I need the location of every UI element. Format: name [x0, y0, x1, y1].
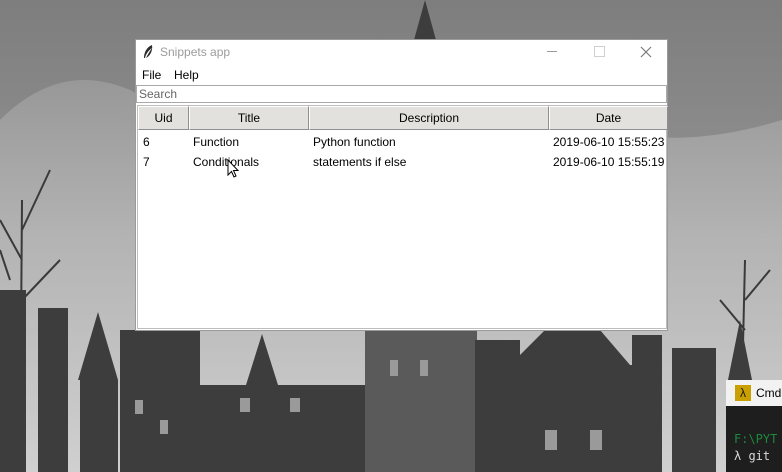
cell-uid: 7	[143, 155, 150, 169]
table-row[interactable]: 6 Function Python function 2019-06-10 15…	[138, 132, 666, 152]
close-icon	[640, 46, 652, 58]
title-bar[interactable]: Snippets app	[136, 40, 667, 64]
minimize-button[interactable]	[529, 40, 575, 64]
table-header: Uid Title Description Date	[138, 106, 668, 130]
column-header-uid[interactable]: Uid	[138, 106, 189, 130]
cmder-path-line: F:\PYT	[734, 432, 778, 446]
maximize-button[interactable]	[576, 40, 622, 64]
table-row[interactable]: 7 Conditionals statements if else 2019-0…	[138, 152, 666, 172]
menu-bar: File Help	[136, 64, 667, 84]
search-input[interactable]	[136, 85, 667, 103]
column-header-title[interactable]: Title	[189, 106, 309, 130]
cmder-window[interactable]: λ Cmd F:\PYT λ git	[726, 380, 782, 472]
column-header-description[interactable]: Description	[309, 106, 549, 130]
menu-file[interactable]: File	[142, 68, 161, 82]
cell-date: 2019-06-10 15:55:19	[553, 155, 665, 169]
snippets-table: Uid Title Description Date 6 Function Py…	[137, 105, 668, 329]
cell-date: 2019-06-10 15:55:23	[553, 135, 665, 149]
cmder-title: Cmd	[756, 386, 782, 400]
cell-description: Python function	[313, 135, 396, 149]
cmder-prompt-line: λ git	[734, 449, 771, 463]
cmder-title-bar[interactable]: λ Cmd	[726, 380, 782, 406]
lambda-icon: λ	[735, 385, 751, 401]
column-header-date[interactable]: Date	[549, 106, 668, 130]
mouse-cursor-icon	[227, 159, 240, 178]
feather-icon	[144, 45, 153, 58]
cell-uid: 6	[143, 135, 150, 149]
window-title: Snippets app	[160, 45, 231, 59]
menu-help[interactable]: Help	[174, 68, 199, 82]
close-button[interactable]	[623, 40, 669, 64]
cell-description: statements if else	[313, 155, 407, 169]
snippets-app-window: Snippets app File Help Uid Title Descrip…	[135, 39, 668, 331]
cell-title: Function	[193, 135, 240, 149]
